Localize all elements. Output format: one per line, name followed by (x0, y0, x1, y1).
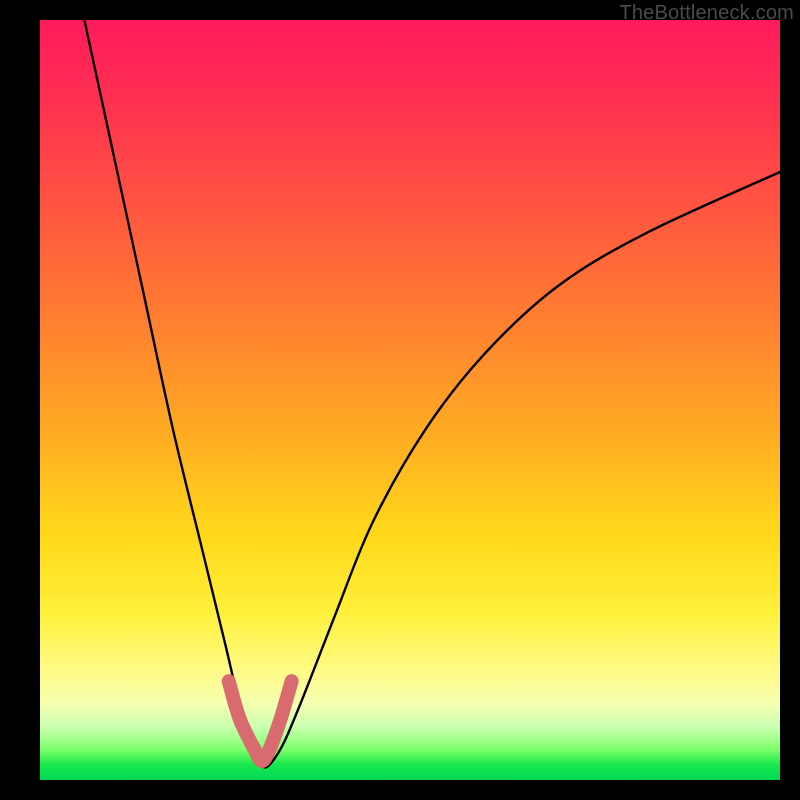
curve-layer (40, 20, 780, 780)
bottleneck-curve (84, 20, 780, 768)
optimal-zone-highlight (229, 681, 292, 761)
chart-frame: TheBottleneck.com (0, 0, 800, 800)
plot-area (40, 20, 780, 780)
